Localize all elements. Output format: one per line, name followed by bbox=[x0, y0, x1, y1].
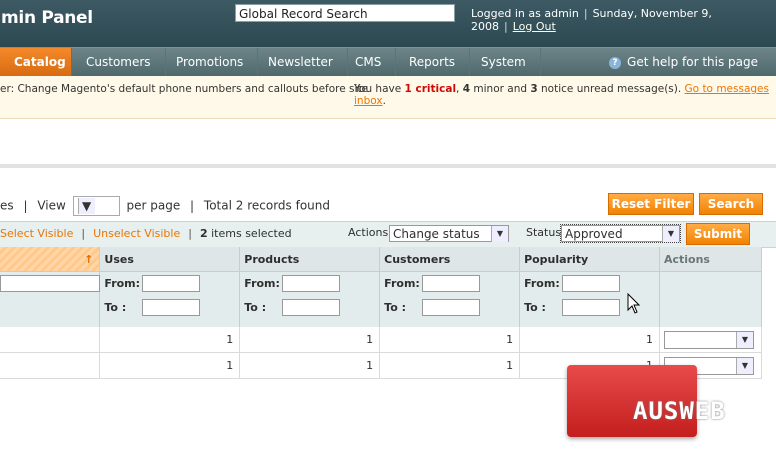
admin-panel-title: min Panel bbox=[1, 8, 93, 28]
column-header-uses[interactable]: Uses bbox=[99, 247, 241, 272]
global-search-input[interactable]: Global Record Search bbox=[235, 4, 455, 22]
you-have-text: You have bbox=[354, 83, 402, 95]
section-divider bbox=[0, 164, 776, 168]
nav-item-catalog[interactable]: Catalog bbox=[0, 48, 72, 76]
per-page-select[interactable]: 20▼ bbox=[72, 196, 120, 216]
filter-row: From: To : From: To : From: To : From: T… bbox=[0, 271, 763, 327]
customers-cell: 1 bbox=[379, 327, 521, 353]
reviews-grid: ↑ Uses Products Customers Popularity Act… bbox=[0, 247, 763, 379]
comma-text: , bbox=[456, 83, 460, 95]
mouse-cursor-icon bbox=[627, 293, 641, 314]
help-link[interactable]: ? Get help for this page bbox=[609, 48, 758, 76]
notice-message: er: Change Magento's default phone numbe… bbox=[0, 83, 369, 95]
help-icon: ? bbox=[609, 57, 622, 69]
column-header-popularity[interactable]: Popularity bbox=[519, 247, 660, 272]
sort-arrow-icon: ↑ bbox=[84, 252, 94, 266]
actions-select[interactable]: Change status ▼ bbox=[389, 225, 509, 242]
to-label: To : bbox=[244, 301, 267, 314]
products-cell: 1 bbox=[239, 352, 381, 379]
popularity-from-input[interactable] bbox=[562, 275, 621, 292]
table-cell bbox=[0, 327, 101, 353]
uses-cell: 1 bbox=[99, 352, 241, 379]
logged-in-text: Logged in as admin bbox=[471, 7, 579, 20]
help-label: Get help for this page bbox=[627, 55, 758, 69]
search-button[interactable]: Search bbox=[699, 193, 763, 215]
table-row[interactable]: 1 1 1 1 ▼ bbox=[0, 327, 763, 353]
logout-link[interactable]: Log Out bbox=[513, 20, 556, 33]
select-visible-link[interactable]: Select Visible bbox=[0, 227, 73, 240]
per-page-label: per page bbox=[126, 198, 181, 213]
row-action-select[interactable]: ▼ bbox=[663, 330, 754, 349]
minor-text: minor and bbox=[473, 83, 528, 95]
status-value: Approved bbox=[565, 227, 623, 241]
to-label: To : bbox=[384, 301, 406, 314]
products-to-input[interactable] bbox=[282, 299, 341, 316]
column-header-products[interactable]: Products bbox=[239, 247, 381, 272]
user-info: Logged in as admin | Sunday, November 9, 2… bbox=[471, 7, 712, 33]
records-found: Total 2 records found bbox=[203, 198, 330, 213]
selected-text: items selected bbox=[211, 227, 292, 240]
pager: es | View 20▼ per page | Total 2 records… bbox=[0, 196, 330, 216]
massaction-bar: Select Visible | Unselect Visible | 2 items … bbox=[0, 221, 776, 248]
watermark-text: AUSWEB bbox=[633, 397, 726, 425]
uses-to-input[interactable] bbox=[142, 299, 201, 316]
nav-item-cms[interactable]: CMS bbox=[341, 48, 397, 76]
popularity-cell: 1 bbox=[519, 327, 660, 353]
selected-count: 2 bbox=[199, 227, 208, 240]
chevron-down-icon: ▼ bbox=[491, 226, 508, 242]
nav-item-customers[interactable]: Customers bbox=[72, 48, 166, 76]
nav-item-newsletter[interactable]: Newsletter bbox=[254, 48, 348, 76]
notice-count: 3 bbox=[530, 83, 538, 95]
chevron-down-icon: ▼ bbox=[735, 331, 753, 348]
nav-item-promotions[interactable]: Promotions bbox=[162, 48, 259, 76]
chevron-down-icon: ▼ bbox=[77, 198, 95, 214]
chevron-down-icon: ▼ bbox=[735, 357, 753, 374]
notice-text: notice unread message(s). bbox=[541, 83, 682, 95]
column-header-customers[interactable]: Customers bbox=[379, 247, 521, 272]
actions-label: Actions bbox=[348, 226, 389, 239]
products-cell: 1 bbox=[239, 327, 381, 353]
sorted-column-header[interactable]: ↑ bbox=[0, 247, 101, 272]
admin-header: min Panel Global Record Search Logged in… bbox=[0, 0, 776, 47]
popularity-to-input[interactable] bbox=[562, 299, 621, 316]
main-nav: Catalog Customers Promotions Newsletter … bbox=[0, 47, 776, 76]
reset-filter-button[interactable]: Reset Filter bbox=[608, 193, 694, 215]
status-label: Status bbox=[526, 226, 562, 239]
customers-from-input[interactable] bbox=[422, 275, 481, 292]
nav-item-system[interactable]: System bbox=[467, 48, 541, 76]
status-select[interactable]: Approved ▼ bbox=[560, 224, 681, 243]
from-label: From: bbox=[524, 277, 560, 290]
actions-value: Change status bbox=[393, 227, 480, 241]
column-header-actions: Actions bbox=[659, 247, 763, 272]
from-label: From: bbox=[384, 277, 420, 290]
pages-label: es bbox=[0, 198, 14, 213]
view-label: View bbox=[37, 198, 66, 213]
from-label: From: bbox=[104, 277, 141, 290]
critical-count: 1 critical bbox=[404, 83, 457, 95]
minor-count: 4 bbox=[462, 83, 471, 95]
nav-item-reports[interactable]: Reports bbox=[395, 48, 471, 76]
customers-to-input[interactable] bbox=[422, 299, 481, 316]
to-label: To : bbox=[104, 301, 127, 314]
period-text: . bbox=[382, 95, 386, 107]
actions-filter-cell bbox=[659, 271, 763, 327]
submit-button[interactable]: Submit bbox=[686, 223, 750, 245]
uses-cell: 1 bbox=[99, 327, 241, 353]
table-cell bbox=[0, 352, 101, 379]
first-column-filter-input[interactable] bbox=[0, 275, 100, 292]
from-label: From: bbox=[244, 277, 280, 290]
products-from-input[interactable] bbox=[282, 275, 341, 292]
uses-from-input[interactable] bbox=[142, 275, 201, 292]
unselect-visible-link[interactable]: Unselect Visible bbox=[93, 227, 180, 240]
system-notice-bar: er: Change Magento's default phone numbe… bbox=[0, 76, 776, 119]
inbox-summary: You have 1 critical, 4 minor and 3 notic… bbox=[354, 83, 776, 107]
to-label: To : bbox=[524, 301, 546, 314]
customers-cell: 1 bbox=[379, 352, 521, 379]
chevron-down-icon: ▼ bbox=[662, 226, 679, 242]
